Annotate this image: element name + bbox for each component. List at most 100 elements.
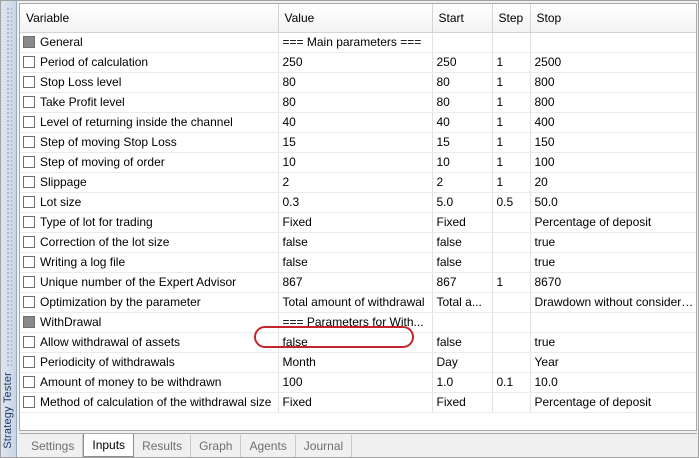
start-cell[interactable]	[432, 312, 493, 333]
step-cell[interactable]: 1	[492, 52, 531, 73]
value-cell[interactable]: 80	[278, 92, 433, 113]
step-cell[interactable]: 1	[492, 152, 531, 173]
stop-cell[interactable]: true	[530, 332, 696, 353]
start-cell[interactable]: 80	[432, 92, 493, 113]
stop-cell[interactable]: 20	[530, 172, 696, 193]
value-cell[interactable]: 2	[278, 172, 433, 193]
table-row[interactable]: Writing a log file false false true	[20, 252, 696, 273]
optimize-checkbox[interactable]	[23, 296, 35, 308]
table-row[interactable]: Allow withdrawal of assets false false true	[20, 332, 696, 353]
step-cell[interactable]: 1	[492, 172, 531, 193]
optimize-checkbox[interactable]	[23, 376, 35, 388]
table-row[interactable]: Periodicity of withdrawals Month Day Year	[20, 352, 696, 373]
table-row[interactable]: Optimization by the parameter Total amoun…	[20, 292, 696, 313]
group-checkbox[interactable]	[23, 316, 35, 328]
start-cell[interactable]: 80	[432, 72, 493, 93]
table-row[interactable]: Level of returning inside the channel 40 4…	[20, 112, 696, 133]
group-checkbox[interactable]	[23, 36, 35, 48]
value-cell[interactable]: === Main parameters ===	[278, 32, 433, 53]
stop-cell[interactable]: true	[530, 252, 696, 273]
column-header-variable[interactable]: Variable	[20, 4, 279, 33]
start-cell[interactable]: 250	[432, 52, 493, 73]
start-cell[interactable]: 40	[432, 112, 493, 133]
value-cell[interactable]: 0.3	[278, 192, 433, 213]
optimize-checkbox[interactable]	[23, 396, 35, 408]
optimize-checkbox[interactable]	[23, 196, 35, 208]
optimize-checkbox[interactable]	[23, 276, 35, 288]
stop-cell[interactable]: 800	[530, 92, 696, 113]
start-cell[interactable]: 10	[432, 152, 493, 173]
step-cell[interactable]	[492, 232, 531, 253]
step-cell[interactable]	[492, 252, 531, 273]
table-row[interactable]: Correction of the lot size false false true	[20, 232, 696, 253]
step-cell[interactable]: 1	[492, 272, 531, 293]
optimize-checkbox[interactable]	[23, 336, 35, 348]
start-cell[interactable]	[432, 32, 493, 53]
step-cell[interactable]: 1	[492, 132, 531, 153]
value-cell[interactable]: Fixed	[278, 392, 433, 413]
stop-cell[interactable]: Percentage of deposit	[530, 392, 696, 413]
table-row[interactable]: Slippage 2 2 1 20	[20, 172, 696, 193]
optimize-checkbox[interactable]	[23, 56, 35, 68]
tab-agents[interactable]: Agents	[241, 435, 296, 457]
value-cell[interactable]: 867	[278, 272, 433, 293]
value-cell[interactable]: === Parameters for With...	[278, 312, 433, 333]
optimize-checkbox[interactable]	[23, 76, 35, 88]
stop-cell[interactable]: 150	[530, 132, 696, 153]
step-cell[interactable]	[492, 392, 531, 413]
stop-cell[interactable]	[530, 32, 696, 53]
table-row[interactable]: Lot size 0.3 5.0 0.5 50.0	[20, 192, 696, 213]
stop-cell[interactable]	[530, 312, 696, 333]
value-cell[interactable]: 40	[278, 112, 433, 133]
stop-cell[interactable]: Year	[530, 352, 696, 373]
optimize-checkbox[interactable]	[23, 356, 35, 368]
tab-settings[interactable]: Settings	[23, 435, 84, 457]
table-row[interactable]: Period of calculation 250 250 1 2500	[20, 52, 696, 73]
start-cell[interactable]: Fixed	[432, 392, 493, 413]
stop-cell[interactable]: 50.0	[530, 192, 696, 213]
value-cell[interactable]: 250	[278, 52, 433, 73]
table-row[interactable]: Step of moving of order 10 10 1 100	[20, 152, 696, 173]
value-cell[interactable]: 10	[278, 152, 433, 173]
stop-cell[interactable]: Drawdown without considera...	[530, 292, 696, 313]
tab-inputs[interactable]: Inputs	[83, 434, 135, 457]
value-cell[interactable]: 80	[278, 72, 433, 93]
start-cell[interactable]: Total a...	[432, 292, 493, 313]
value-cell[interactable]: Fixed	[278, 212, 433, 233]
step-cell[interactable]	[492, 332, 531, 353]
tab-results[interactable]: Results	[134, 435, 192, 457]
start-cell[interactable]: 867	[432, 272, 493, 293]
value-cell[interactable]: 15	[278, 132, 433, 153]
step-cell[interactable]	[492, 32, 531, 53]
start-cell[interactable]: 1.0	[432, 372, 493, 393]
table-row[interactable]: Take Profit level 80 80 1 800	[20, 92, 696, 113]
start-cell[interactable]: Day	[432, 352, 493, 373]
stop-cell[interactable]: 8670	[530, 272, 696, 293]
step-cell[interactable]: 1	[492, 112, 531, 133]
start-cell[interactable]: 15	[432, 132, 493, 153]
value-cell[interactable]: Total amount of withdrawal	[278, 292, 433, 313]
column-header-stop[interactable]: Stop	[530, 4, 696, 33]
optimize-checkbox[interactable]	[23, 176, 35, 188]
optimize-checkbox[interactable]	[23, 256, 35, 268]
stop-cell[interactable]: Percentage of deposit	[530, 212, 696, 233]
start-cell[interactable]: false	[432, 332, 493, 353]
value-cell[interactable]: 100	[278, 372, 433, 393]
step-cell[interactable]: 1	[492, 72, 531, 93]
stop-cell[interactable]: 100	[530, 152, 696, 173]
step-cell[interactable]: 1	[492, 92, 531, 113]
group-row[interactable]: General === Main parameters ===	[20, 32, 696, 53]
optimize-checkbox[interactable]	[23, 216, 35, 228]
optimize-checkbox[interactable]	[23, 236, 35, 248]
table-row[interactable]: Amount of money to be withdrawn 100 1.0 0.1…	[20, 372, 696, 393]
start-cell[interactable]: 5.0	[432, 192, 493, 213]
value-cell[interactable]: false	[278, 232, 433, 253]
strategy-tester-side-tab[interactable]: Strategy Tester	[1, 1, 17, 457]
start-cell[interactable]: false	[432, 232, 493, 253]
table-row[interactable]: Step of moving Stop Loss 15 15 1 150	[20, 132, 696, 153]
step-cell[interactable]	[492, 212, 531, 233]
optimize-checkbox[interactable]	[23, 156, 35, 168]
optimize-checkbox[interactable]	[23, 116, 35, 128]
stop-cell[interactable]: 2500	[530, 52, 696, 73]
optimize-checkbox[interactable]	[23, 96, 35, 108]
